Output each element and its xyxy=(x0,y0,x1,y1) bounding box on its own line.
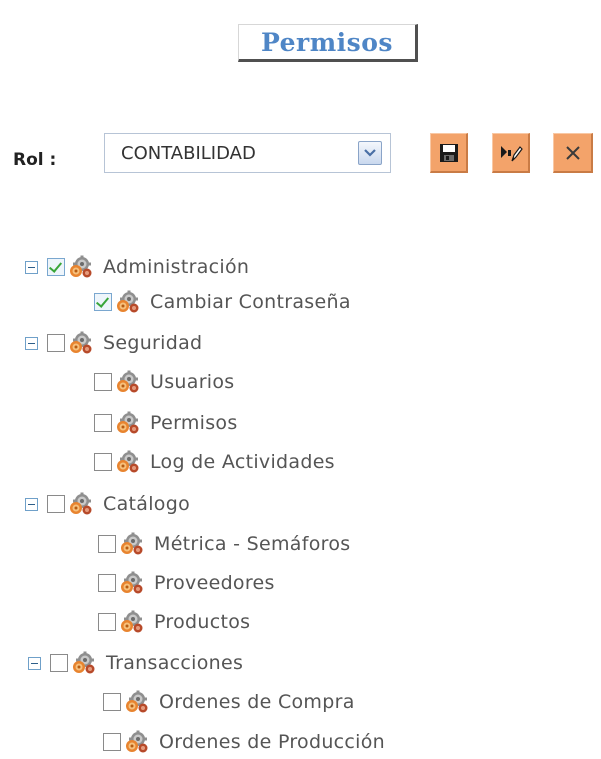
checkbox-proveedores[interactable] xyxy=(98,574,116,592)
tree-node-label: Usuarios xyxy=(150,371,235,393)
tree-node-label: Productos xyxy=(154,611,251,633)
collapse-icon[interactable] xyxy=(25,260,38,274)
gears-icon xyxy=(116,450,140,474)
save-button[interactable] xyxy=(430,133,468,173)
collapse-icon[interactable] xyxy=(25,336,38,350)
checkbox-seguridad[interactable] xyxy=(47,334,65,352)
gears-icon xyxy=(120,532,144,556)
checkbox-ordenes-de-produccion[interactable] xyxy=(103,733,121,751)
page-title: Permisos xyxy=(261,27,393,57)
tree-node-label: Seguridad xyxy=(103,332,203,354)
tree-node-permisos[interactable]: Permisos xyxy=(94,408,238,438)
gears-icon xyxy=(125,730,149,754)
checkbox-catalogo[interactable] xyxy=(47,495,65,513)
tree-node-label: Permisos xyxy=(150,412,238,434)
cancel-button[interactable] xyxy=(553,133,593,173)
gears-icon xyxy=(72,651,96,675)
checkbox-ordenes-de-compra[interactable] xyxy=(103,693,121,711)
tree-node-label: Métrica - Semáforos xyxy=(154,533,351,555)
role-select[interactable]: CONTABILIDAD xyxy=(104,133,391,173)
tree-node-label: Ordenes de Compra xyxy=(159,691,355,713)
tree-node-ordenes-de-compra[interactable]: Ordenes de Compra xyxy=(103,687,355,717)
tree-node-usuarios[interactable]: Usuarios xyxy=(94,367,235,397)
gears-icon xyxy=(120,571,144,595)
tree-node-label: Log de Actividades xyxy=(150,451,335,473)
tree-node-ordenes-de-produccion[interactable]: Ordenes de Producción xyxy=(103,727,385,757)
checkbox-permisos[interactable] xyxy=(94,414,112,432)
tree-node-productos[interactable]: Productos xyxy=(98,607,250,637)
gears-icon xyxy=(116,411,140,435)
tree-node-cambiar-contrasena[interactable]: Cambiar Contraseña xyxy=(94,287,351,317)
chevron-down-icon[interactable] xyxy=(358,141,382,165)
tree-node-metrica-semaforos[interactable]: Métrica - Semáforos xyxy=(98,529,350,559)
checkbox-cambiar-contrasena[interactable] xyxy=(94,293,112,311)
role-select-value: CONTABILIDAD xyxy=(121,143,256,164)
tree-node-label: Administración xyxy=(103,256,250,278)
tree-node-label: Cambiar Contraseña xyxy=(150,291,351,313)
tree-node-proveedores[interactable]: Proveedores xyxy=(98,568,275,598)
tree-node-log-de-actividades[interactable]: Log de Actividades xyxy=(94,447,335,477)
gears-icon xyxy=(116,370,140,394)
checkbox-log-de-actividades[interactable] xyxy=(94,453,112,471)
tree-node-transacciones[interactable]: Transacciones xyxy=(28,648,243,678)
tree-node-label: Proveedores xyxy=(154,572,275,594)
page-title-box: Permisos xyxy=(238,24,418,62)
gears-icon xyxy=(120,610,144,634)
tree-node-label: Transacciones xyxy=(106,652,244,674)
checkbox-administracion[interactable] xyxy=(47,258,65,276)
x-icon xyxy=(565,145,580,160)
tree-node-catalogo[interactable]: Catálogo xyxy=(25,489,190,519)
collapse-icon[interactable] xyxy=(25,497,38,511)
tree-node-administracion[interactable]: Administración xyxy=(25,252,249,282)
tree-node-label: Catálogo xyxy=(103,493,190,515)
gears-icon xyxy=(69,255,93,279)
floppy-disk-icon xyxy=(439,143,458,162)
checkbox-usuarios[interactable] xyxy=(94,373,112,391)
role-label: Rol : xyxy=(13,150,57,170)
edit-button[interactable] xyxy=(492,133,530,173)
gears-icon xyxy=(69,492,93,516)
checkbox-metrica-semaforos[interactable] xyxy=(98,535,116,553)
checkbox-transacciones[interactable] xyxy=(50,654,68,672)
collapse-icon[interactable] xyxy=(28,656,41,670)
pencil-icon xyxy=(500,145,523,161)
gears-icon xyxy=(69,331,93,355)
gears-icon xyxy=(125,690,149,714)
checkbox-productos[interactable] xyxy=(98,613,116,631)
gears-icon xyxy=(116,290,140,314)
tree-node-seguridad[interactable]: Seguridad xyxy=(25,328,202,358)
tree-node-label: Ordenes de Producción xyxy=(159,731,386,753)
